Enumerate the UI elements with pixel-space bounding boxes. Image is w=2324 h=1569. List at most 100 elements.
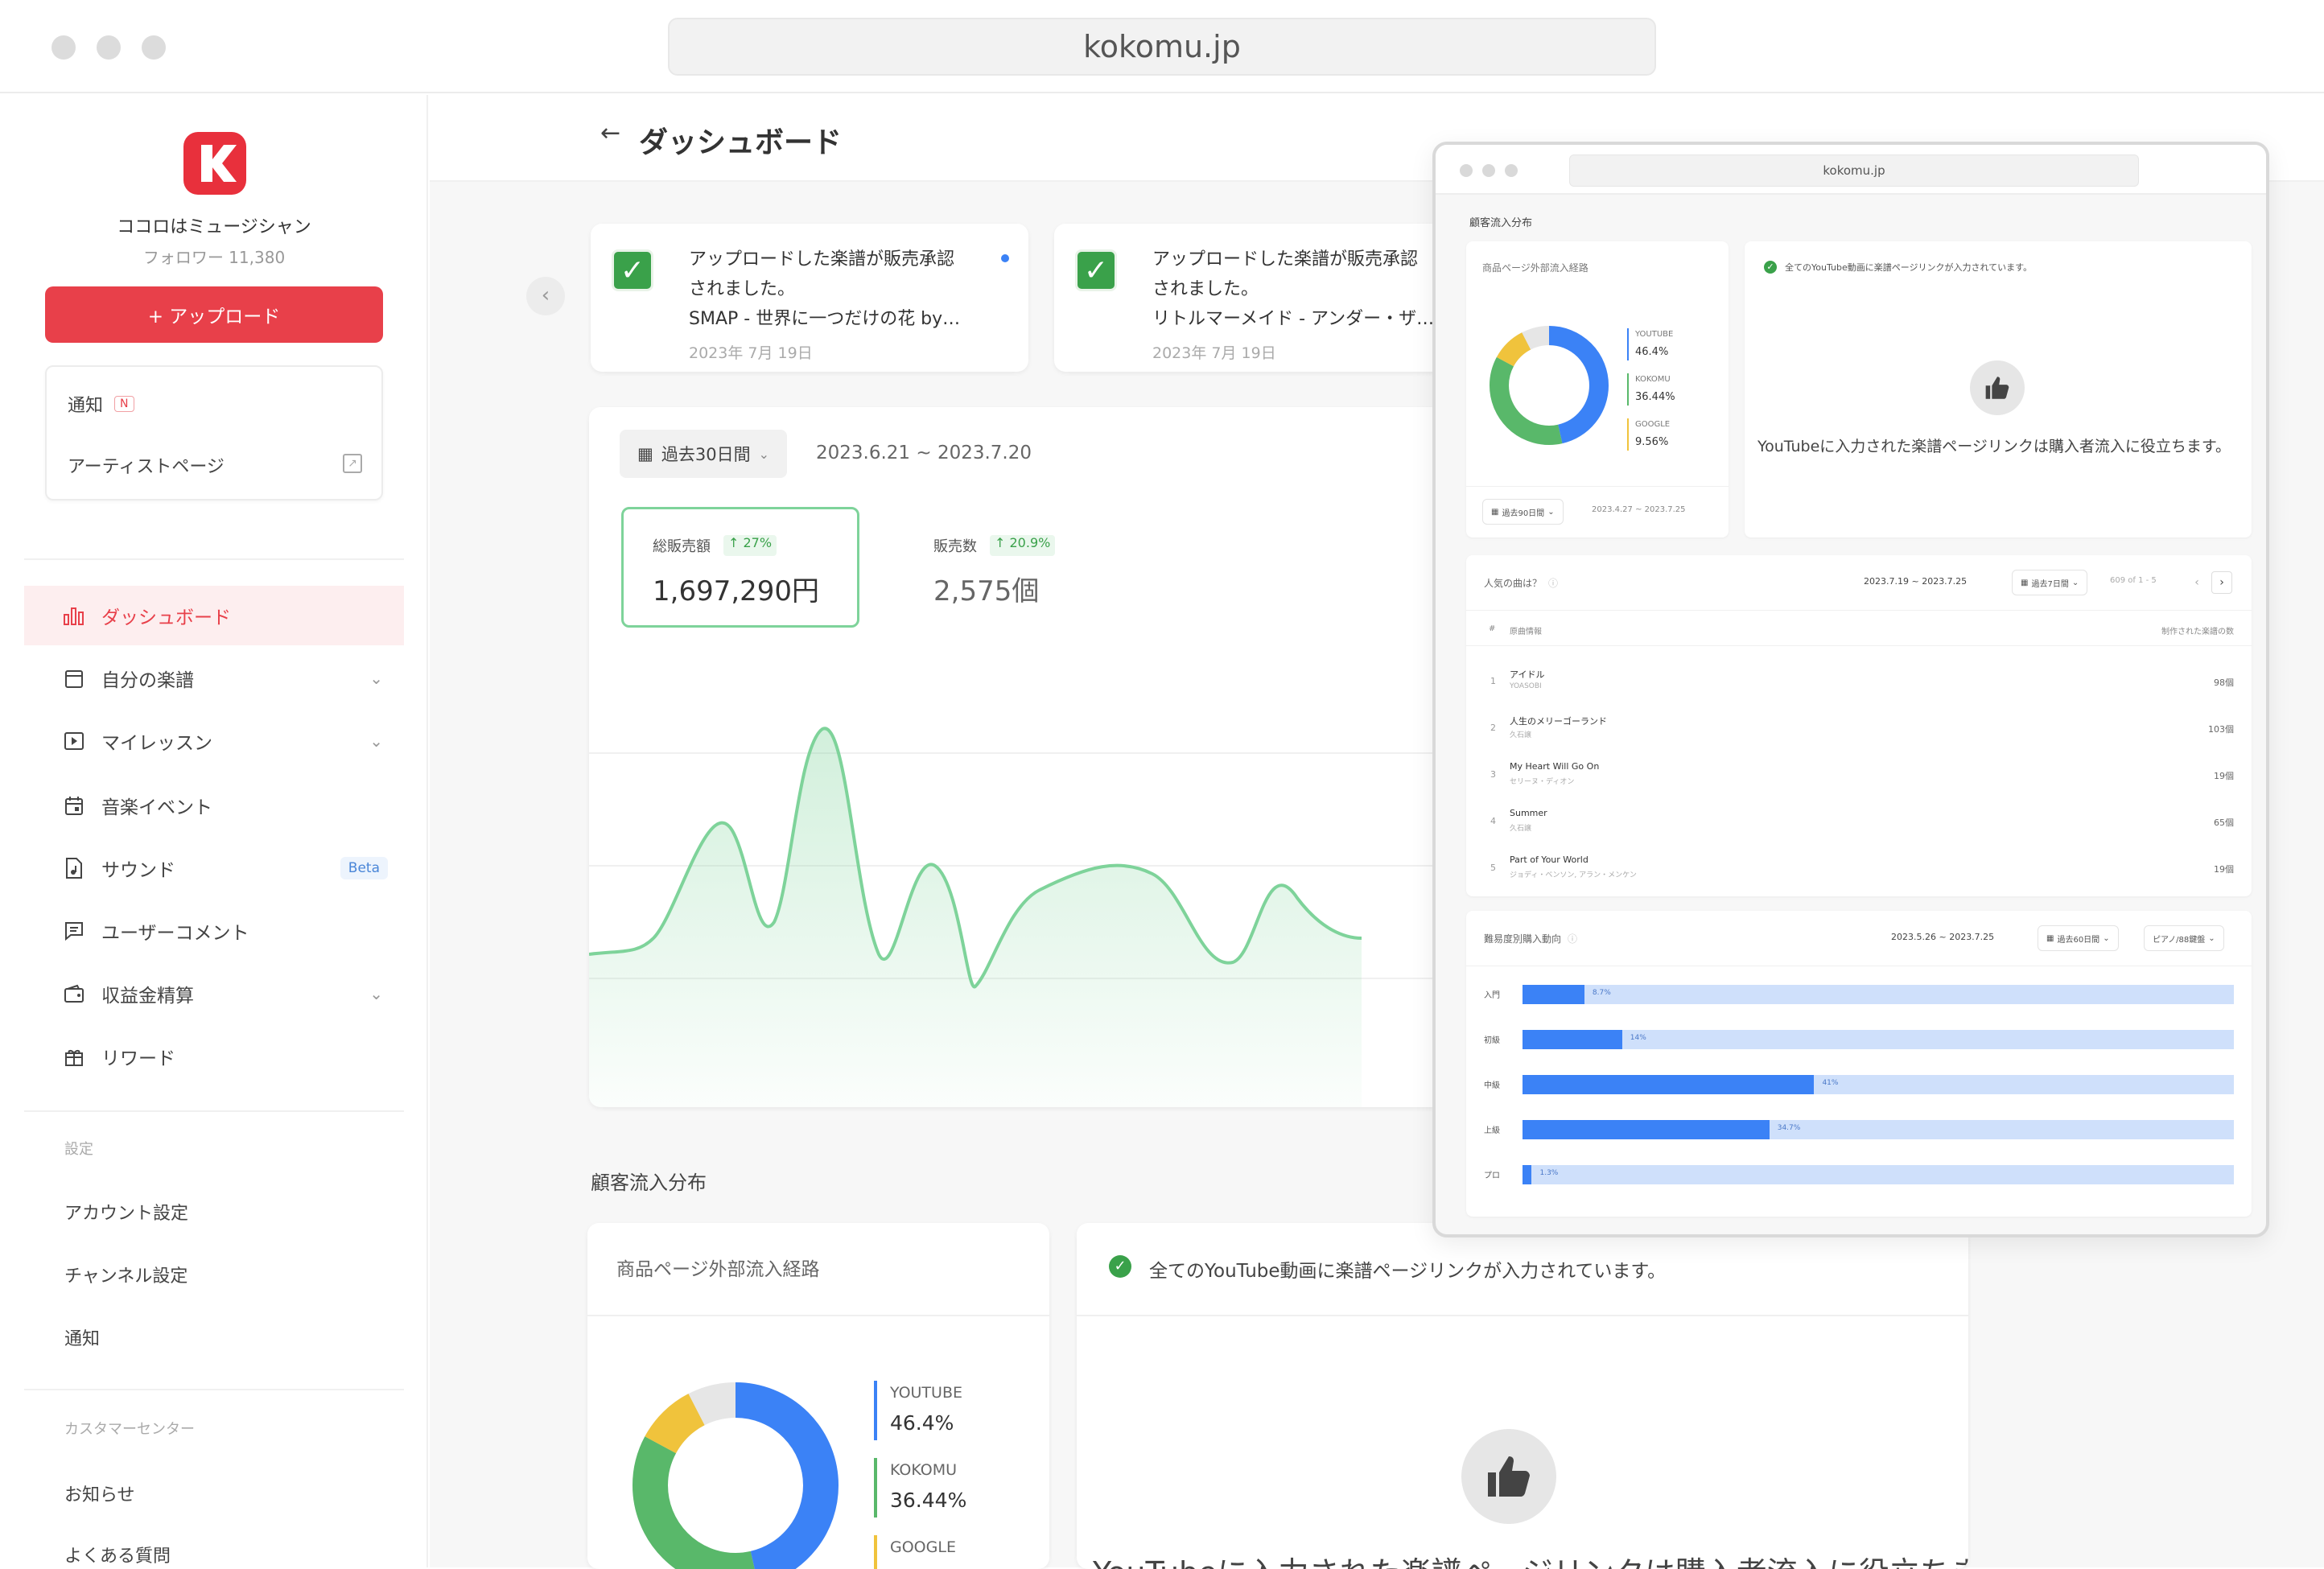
period-selector[interactable]: ▦ 過去30日間 ⌄: [620, 430, 787, 478]
notification-line: されました。: [1152, 279, 1259, 299]
window-minimize-dot[interactable]: [97, 35, 121, 60]
calendar-icon: ▦: [637, 444, 653, 463]
nav-user-comments[interactable]: ユーザーコメント: [24, 901, 404, 961]
calendar-icon: ▦: [2046, 933, 2054, 943]
table-row[interactable]: 2 人生のメリーゴーランド 久石譲 103個: [1466, 711, 2252, 752]
date-range: 2023.5.26 ~ 2023.7.25: [1891, 932, 1995, 942]
song-rank: 3: [1490, 769, 1496, 780]
divider: [587, 1315, 1049, 1316]
difficulty-bar-fill: [1523, 1165, 1532, 1184]
window-close-dot[interactable]: [1460, 164, 1473, 177]
period-label: 過去30日間: [661, 445, 751, 464]
difficulty-value: 34.7%: [1777, 1124, 1801, 1132]
artist-page-link[interactable]: アーティストページ: [68, 452, 225, 478]
address-bar[interactable]: kokomu.jp: [668, 18, 1656, 76]
difficulty-card: 難易度別購入動向 ⓘ 2023.5.26 ~ 2023.7.25 ▦ 過去60日間 ⌄…: [1466, 911, 2252, 1217]
carousel-prev-button[interactable]: ‹: [526, 277, 565, 315]
sales-count-stat[interactable]: 販売数 ↑ 20.9% 2,575個: [933, 507, 1172, 628]
difficulty-label: 初級: [1484, 1036, 1500, 1045]
total-sales-stat[interactable]: 総販売額 ↑ 27% 1,697,290円: [621, 507, 859, 628]
instrument-filter[interactable]: ピアノ/88鍵盤 ⌄: [2144, 925, 2224, 951]
notification-line: アップロードした楽譜が販売承認: [689, 249, 955, 270]
difficulty-label: 入門: [1484, 991, 1500, 1000]
song-rank: 1: [1490, 676, 1496, 686]
address-bar[interactable]: kokomu.jp: [1569, 154, 2139, 187]
stat-label: 総販売額: [653, 538, 711, 555]
channel-settings-link[interactable]: チャンネル設定: [64, 1262, 187, 1287]
table-row[interactable]: 3 My Heart Will Go On セリーヌ・ディオン 19個: [1466, 758, 2252, 798]
legend-bar-youtube: [874, 1381, 877, 1440]
column-header: 原曲情報: [1510, 628, 1542, 636]
period-selector[interactable]: ▦ 過去90日間 ⌄: [1482, 499, 1564, 525]
nav-music-events[interactable]: 音楽イベント: [24, 776, 404, 835]
table-row[interactable]: 1 アイドル YOASOBI 98個: [1466, 665, 2252, 705]
back-arrow-icon[interactable]: ←: [600, 119, 620, 147]
legend-bar-kokomu: [874, 1458, 877, 1518]
period-selector[interactable]: ▦ 過去60日間 ⌄: [2038, 925, 2119, 951]
notification-text: アップロードした楽譜が販売承認 されました。 SMAP - 世界に一つだけの花 …: [689, 245, 960, 334]
difficulty-value: 1.3%: [1539, 1169, 1559, 1177]
window-maximize-dot[interactable]: [1505, 164, 1518, 177]
notification-card[interactable]: ✓ アップロードした楽譜が販売承認 されました。 SMAP - 世界に一つだけの…: [591, 224, 1028, 372]
nav-earnings[interactable]: 収益金精算 ⌄: [24, 964, 404, 1023]
period-label: 過去7日間: [2031, 579, 2069, 589]
window-close-dot[interactable]: [52, 35, 76, 60]
kokomu-logo: [183, 132, 246, 195]
window-maximize-dot[interactable]: [142, 35, 166, 60]
song-artist: 久石譲: [1510, 731, 1532, 739]
song-count: 19個: [2214, 864, 2234, 875]
divider: [1077, 1315, 1968, 1316]
next-page-button[interactable]: ›: [2211, 571, 2232, 594]
card-title: 人気の曲は？: [1484, 578, 1543, 589]
new-badge: N: [114, 396, 134, 412]
difficulty-bar-fill: [1523, 1030, 1622, 1049]
nav-sound[interactable]: サウンド Beta: [24, 838, 404, 898]
legend-value: 36.44%: [1635, 391, 1675, 403]
notification-line: されました。: [689, 279, 796, 299]
divider: [24, 1389, 404, 1390]
traffic-section-title: 顧客流入分布: [591, 1172, 707, 1194]
play-icon: [63, 730, 85, 752]
section-title: 顧客流入分布: [1469, 217, 1533, 229]
legend-label: YOUTUBE: [1635, 330, 1674, 339]
notification-line: リトルマーメイド - アンダー・ザ…: [1152, 309, 1435, 329]
legend-label: YOUTUBE: [890, 1384, 962, 1402]
stat-header: 販売数 ↑ 20.9%: [933, 535, 1056, 556]
difficulty-value: 41%: [1822, 1079, 1839, 1087]
prev-page-button[interactable]: ‹: [2187, 571, 2207, 594]
nav-my-lessons[interactable]: マイレッスン ⌄: [24, 711, 404, 771]
nav-my-scores[interactable]: 自分の楽譜 ⌄: [24, 649, 404, 708]
artist-page-label: アーティストページ: [68, 457, 225, 477]
nav-rewards-label: リワード: [101, 1048, 175, 1069]
nav-rewards[interactable]: リワード: [24, 1027, 404, 1086]
calendar-icon: ▦: [1491, 507, 1499, 517]
notification-settings-link[interactable]: 通知: [64, 1324, 100, 1350]
check-icon: ✓: [1075, 249, 1117, 291]
table-row[interactable]: 4 Summer 久石譲 65個: [1466, 805, 2252, 845]
chevron-down-icon: ⌄: [2103, 933, 2110, 943]
account-settings-link[interactable]: アカウント設定: [64, 1199, 188, 1225]
legend-label: KOKOMU: [1635, 375, 1671, 384]
address-text: kokomu.jp: [1823, 163, 1885, 178]
nav-music-events-label: 音楽イベント: [101, 797, 212, 818]
notify-label: 通知: [68, 396, 104, 416]
notify-link[interactable]: 通知 N: [68, 391, 134, 417]
period-selector[interactable]: ▦ 過去7日間 ⌄: [2012, 570, 2088, 595]
table-row[interactable]: 5 Part of Your World ジョディ・ベンソン, アラン・メンケン…: [1466, 851, 2252, 892]
nav-user-comments-label: ユーザーコメント: [101, 923, 249, 944]
song-count: 103個: [2208, 724, 2234, 735]
difficulty-bar-fill: [1523, 1120, 1770, 1139]
card-title: 商品ページ外部流入経路: [616, 1259, 820, 1280]
window-minimize-dot[interactable]: [1482, 164, 1495, 177]
upload-button[interactable]: + アップロード: [45, 286, 383, 343]
announcements-link[interactable]: お知らせ: [64, 1480, 135, 1506]
chevron-down-icon: ⌄: [2071, 578, 2079, 587]
nav-dashboard[interactable]: ダッシュボード: [24, 586, 404, 645]
legend-value: 46.4%: [890, 1411, 954, 1435]
song-count: 98個: [2214, 677, 2234, 688]
notification-card[interactable]: ✓ アップロードした楽譜が販売承認 されました。 リトルマーメイド - アンダー…: [1054, 224, 1492, 372]
page-title: ダッシュボード: [639, 126, 843, 159]
beta-badge: Beta: [340, 857, 388, 879]
song-artist: セリーヌ・ディオン: [1510, 778, 1575, 786]
faq-link[interactable]: よくある質問: [64, 1542, 171, 1567]
